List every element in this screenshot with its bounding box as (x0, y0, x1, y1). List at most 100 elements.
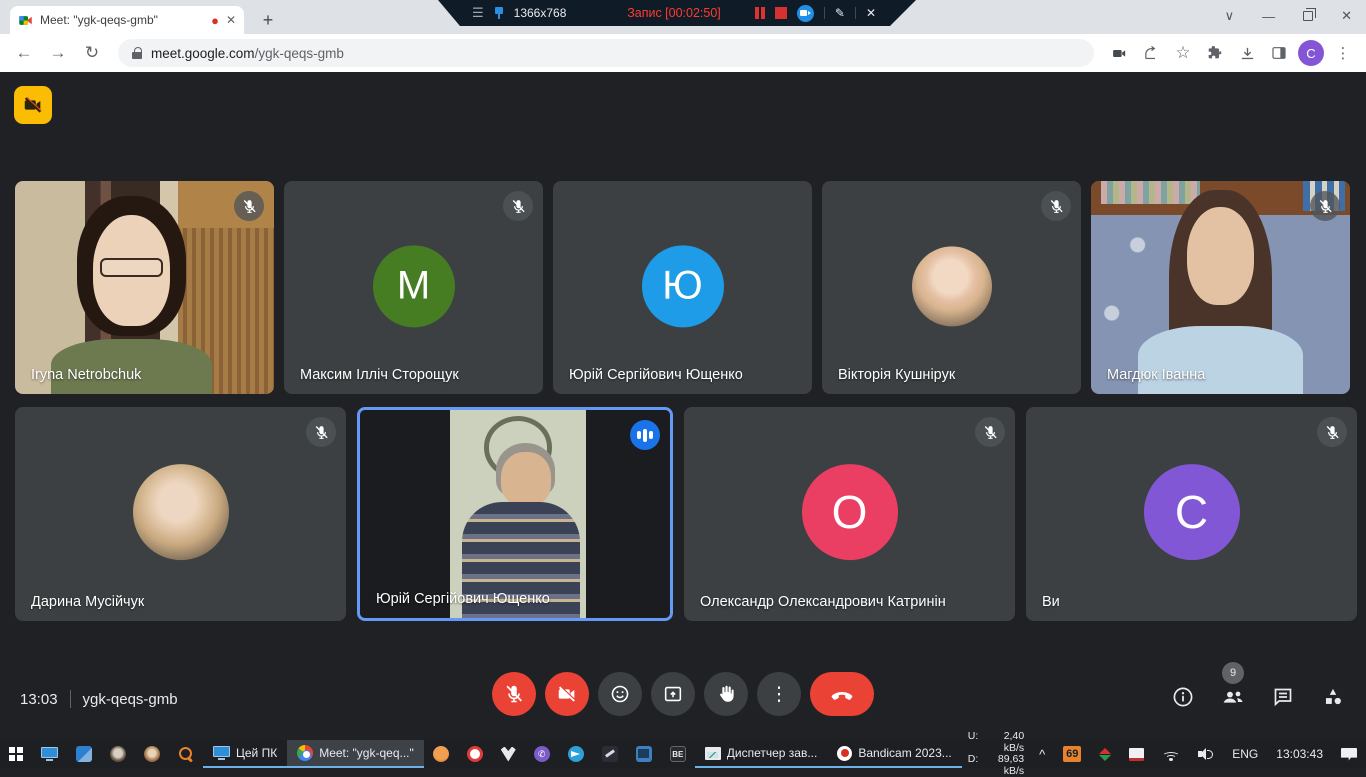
bandicam-tray-icon[interactable] (1120, 748, 1153, 761)
participant-tile[interactable]: Iryna Netrobchuk (15, 181, 274, 394)
participant-tile[interactable]: М Максим Ілліч Сторощук (284, 181, 543, 394)
meeting-code: ygk-qeqs-gmb (83, 691, 178, 708)
start-button[interactable] (0, 740, 32, 768)
editor-app-icon[interactable] (593, 740, 627, 768)
camera-off-banner[interactable] (14, 86, 52, 124)
bandicam-pause-button[interactable] (755, 7, 765, 19)
avatar (912, 246, 992, 326)
share-icon[interactable] (1138, 40, 1164, 66)
address-bar[interactable]: meet.google.com/ygk-qeqs-gmb (118, 39, 1094, 67)
camera-in-use-icon[interactable] (1106, 40, 1132, 66)
mic-off-icon (234, 191, 264, 221)
tab-title: Meet: "ygk-qeqs-gmb" (40, 13, 204, 27)
avatar: О (802, 464, 898, 560)
reload-button[interactable]: ↻ (78, 39, 106, 67)
bandicam-stop-button[interactable] (775, 7, 787, 19)
taskbar-button-chrome-meet[interactable]: Meet: "ygk-qeq..." (287, 740, 424, 768)
more-options-button[interactable]: ⋮ (757, 672, 801, 716)
participant-tile[interactable]: О Олександр Олександрович Катринін (684, 407, 1015, 621)
show-desktop-icon[interactable] (32, 740, 67, 768)
camera-off-banner-icon (22, 94, 44, 116)
windows-taskbar: Цей ПК Meet: "ygk-qeq..." ✆ BE Диспетчер… (0, 740, 1366, 768)
taskbar-button-task-manager[interactable]: Диспетчер зав... (695, 740, 828, 768)
bandicam-menu-icon[interactable]: ☰ (472, 5, 484, 21)
mic-off-icon (975, 417, 1005, 447)
participant-tile[interactable]: Магдюк Іванна (1091, 181, 1350, 394)
traffic-arrows-icon[interactable] (1090, 748, 1120, 761)
lock-icon[interactable] (132, 47, 142, 59)
bookmark-star-icon[interactable]: ☆ (1170, 40, 1196, 66)
clock[interactable]: 13:03:43 (1267, 747, 1332, 761)
avatar (133, 464, 229, 560)
meeting-details-button[interactable] (1170, 684, 1196, 710)
present-screen-button[interactable] (651, 672, 695, 716)
volume-icon[interactable] (1189, 747, 1223, 761)
browser-tab[interactable]: Meet: "ygk-qeqs-gmb" ● ✕ (10, 6, 244, 34)
image-app-icon[interactable] (627, 740, 661, 768)
participant-name: Олександр Олександрович Катринін (700, 594, 946, 610)
avatar: М (373, 245, 455, 327)
action-center-icon[interactable] (1332, 748, 1366, 761)
tab-search-icon[interactable]: ∨ (1225, 8, 1235, 24)
network-speed-widget: U:2,40 kB/s D:89,63 kB/s (962, 731, 1030, 777)
taskbar-button-this-pc[interactable]: Цей ПК (203, 740, 287, 768)
extensions-puzzle-icon[interactable] (1202, 40, 1228, 66)
activities-button[interactable] (1320, 684, 1346, 710)
downloads-icon[interactable] (1234, 40, 1260, 66)
mic-off-icon (503, 191, 533, 221)
camera-off-button[interactable] (545, 672, 589, 716)
search-app-icon[interactable] (169, 740, 203, 768)
system-tray: U:2,40 kB/s D:89,63 kB/s ^ 69 ENG 13:03:… (962, 740, 1366, 768)
profile-avatar[interactable]: C (1298, 40, 1324, 66)
new-tab-button[interactable]: + (256, 8, 280, 32)
participant-name: Дарина Мусійчук (31, 594, 144, 610)
fox-app-icon[interactable] (135, 740, 169, 768)
participant-tile[interactable]: Вікторія Кушнірук (822, 181, 1081, 394)
bandicam-bar: ☰ 1366x768 Запис [00:02:50] ✎ ✕ (432, 0, 916, 26)
bandicam-draw-button[interactable]: ✎ (835, 6, 845, 20)
viber-icon[interactable]: ✆ (525, 740, 559, 768)
participant-name: Юрій Сергійович Ющенко (376, 591, 550, 607)
wolf-app-icon[interactable] (492, 740, 525, 768)
avatar: Ю (642, 245, 724, 327)
participants-row-1: Iryna Netrobchuk М Максим Ілліч Сторощук… (15, 181, 1350, 394)
bandicam-pin-icon[interactable] (493, 6, 505, 20)
mic-off-icon (1310, 191, 1340, 221)
downloader-app-icon[interactable] (424, 740, 458, 768)
opera-icon[interactable] (458, 740, 492, 768)
mic-off-icon (1041, 191, 1071, 221)
side-panel-icon[interactable] (1266, 40, 1292, 66)
browser-menu-icon[interactable]: ⋮ (1330, 40, 1356, 66)
people-count-badge: 9 (1222, 662, 1244, 684)
reactions-button[interactable] (598, 672, 642, 716)
bandicam-close-button[interactable]: ✕ (866, 6, 876, 20)
people-button[interactable]: 9 (1220, 684, 1246, 710)
wifi-icon[interactable] (1153, 747, 1189, 761)
taskbar-button-bandicam[interactable]: Bandicam 2023... (827, 740, 961, 768)
language-indicator[interactable]: ENG (1223, 747, 1267, 761)
minimize-button[interactable]: — (1262, 9, 1275, 24)
tray-chevron-icon[interactable]: ^ (1030, 747, 1054, 762)
url-text[interactable]: meet.google.com/ygk-qeqs-gmb (151, 46, 344, 61)
photos-app-icon[interactable] (67, 740, 101, 768)
telegram-icon[interactable] (559, 740, 593, 768)
participant-tile[interactable]: Ю Юрій Сергійович Ющенко (553, 181, 812, 394)
close-window-button[interactable]: ✕ (1341, 8, 1352, 24)
back-button[interactable]: ← (10, 39, 38, 67)
mic-off-button[interactable] (492, 672, 536, 716)
raise-hand-button[interactable] (704, 672, 748, 716)
participant-tile-speaking[interactable]: Юрій Сергійович Ющенко (357, 407, 673, 621)
forward-button[interactable]: → (44, 39, 72, 67)
leave-call-button[interactable] (810, 672, 874, 716)
tab-close-icon[interactable]: ✕ (226, 13, 236, 27)
restore-button[interactable] (1303, 11, 1313, 21)
participant-name: Магдюк Іванна (1107, 367, 1205, 383)
be-app-icon[interactable]: BE (661, 740, 695, 768)
raccoon-app-icon[interactable] (101, 740, 135, 768)
temperature-badge[interactable]: 69 (1054, 746, 1090, 762)
participant-tile-self[interactable]: C Ви (1026, 407, 1357, 621)
chat-button[interactable] (1270, 684, 1296, 710)
bandicam-screenshot-button[interactable] (797, 5, 814, 22)
speaking-indicator-icon (630, 420, 660, 450)
participant-tile[interactable]: Дарина Мусійчук (15, 407, 346, 621)
